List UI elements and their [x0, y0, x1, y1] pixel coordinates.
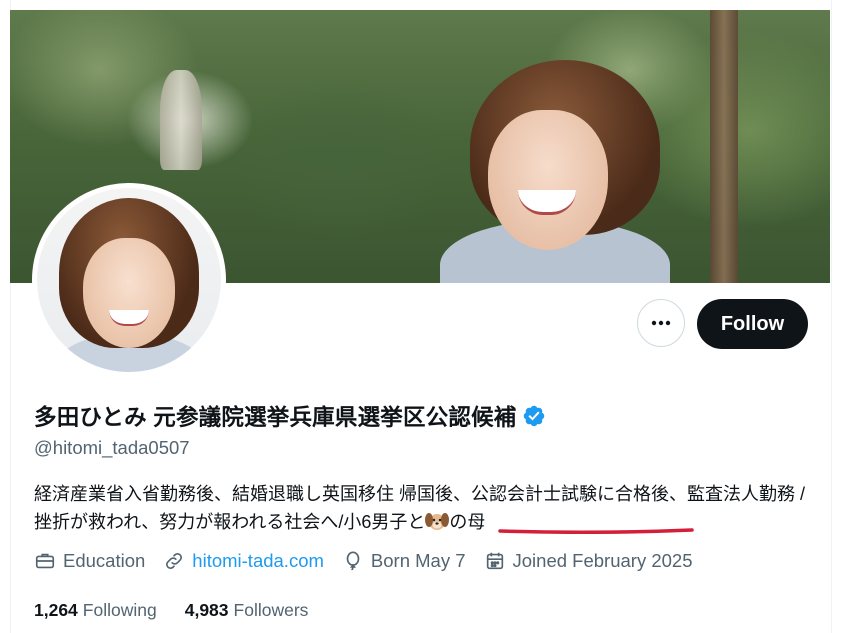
profile-meta: Education hitomi-tada.com Born May 7 Joi…	[34, 550, 711, 572]
followers-stat[interactable]: 4,983 Followers	[185, 600, 309, 621]
calendar-icon	[486, 552, 503, 570]
profile-name-row: 多田ひとみ 元参議院選挙兵庫県選挙区公認候補	[34, 400, 546, 432]
red-underline-annotation	[498, 528, 694, 534]
bio-highlight-text-b: の母	[449, 512, 486, 532]
dog-face-emoji	[425, 513, 450, 530]
avatar[interactable]	[32, 183, 226, 377]
avatar-face	[83, 238, 175, 348]
briefcase-icon	[35, 553, 55, 569]
followers-label: Followers	[233, 600, 309, 620]
profile-handle: @hitomi_tada0507	[34, 437, 190, 458]
website-link[interactable]: hitomi-tada.com	[192, 550, 324, 572]
meta-joined: Joined February 2025	[484, 550, 693, 572]
meta-birthday: Born May 7	[342, 550, 466, 572]
banner-person-face	[488, 110, 608, 250]
background-tree-trunk	[710, 10, 738, 283]
more-options-button[interactable]	[637, 299, 685, 347]
birthday-label: Born May 7	[370, 550, 466, 571]
meta-website[interactable]: hitomi-tada.com	[163, 550, 324, 572]
verified-badge-icon[interactable]	[522, 404, 546, 428]
followers-count: 4,983	[184, 600, 229, 620]
display-name: 多田ひとみ 元参議院選挙兵庫県選挙区公認候補	[34, 405, 517, 430]
link-icon	[166, 553, 183, 569]
bio-highlight-text-a: 小6男子と	[343, 512, 426, 532]
more-horizontal-icon	[651, 320, 671, 326]
avatar-photo	[37, 188, 221, 372]
meta-category: Education	[34, 550, 145, 572]
following-count: 1,264	[34, 600, 78, 620]
background-stump	[160, 70, 202, 170]
follow-button[interactable]: Follow	[697, 299, 808, 349]
follow-stats: 1,264 Following 4,983 Followers	[34, 600, 336, 621]
following-stat[interactable]: 1,264 Following	[34, 600, 157, 621]
joined-label: Joined February 2025	[512, 550, 693, 571]
category-label: Education	[63, 550, 146, 571]
balloon-icon	[346, 551, 360, 571]
following-label: Following	[82, 600, 157, 620]
